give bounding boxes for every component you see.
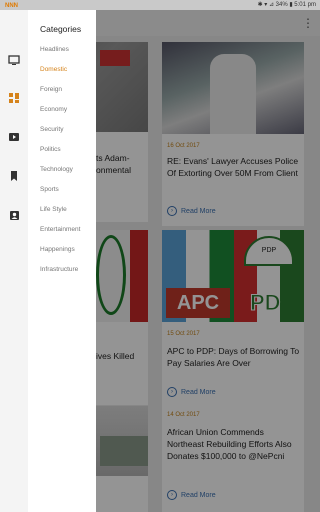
grid-icon[interactable] xyxy=(8,92,20,104)
status-bar: NNN ✱ ▾ ⊿ 34% ▮ 5:01 pm xyxy=(0,0,320,10)
category-item-economy[interactable]: Economy xyxy=(40,106,67,113)
status-indicators: ✱ ▾ ⊿ 34% ▮ 5:01 pm xyxy=(257,2,316,8)
category-item-security[interactable]: Security xyxy=(40,126,63,133)
category-item-headlines[interactable]: Headlines xyxy=(40,46,69,53)
account-icon[interactable] xyxy=(8,209,20,221)
categories-drawer: Categories Headlines Domestic Foreign Ec… xyxy=(28,10,96,512)
category-item-happenings[interactable]: Happenings xyxy=(40,246,75,253)
category-item-technology[interactable]: Technology xyxy=(40,166,73,173)
category-item-life-style[interactable]: Life Style xyxy=(40,206,67,213)
category-item-infrastructure[interactable]: Infrastructure xyxy=(40,266,78,273)
category-item-domestic[interactable]: Domestic xyxy=(40,66,67,73)
drawer-icon-rail xyxy=(0,10,28,512)
video-icon[interactable] xyxy=(8,131,20,143)
bookmark-icon[interactable] xyxy=(8,170,20,182)
tv-icon[interactable] xyxy=(8,54,20,66)
drawer-title: Categories xyxy=(40,24,82,34)
category-item-sports[interactable]: Sports xyxy=(40,186,59,193)
category-item-entertainment[interactable]: Entertainment xyxy=(40,226,80,233)
category-item-foreign[interactable]: Foreign xyxy=(40,86,62,93)
category-item-politics[interactable]: Politics xyxy=(40,146,61,153)
